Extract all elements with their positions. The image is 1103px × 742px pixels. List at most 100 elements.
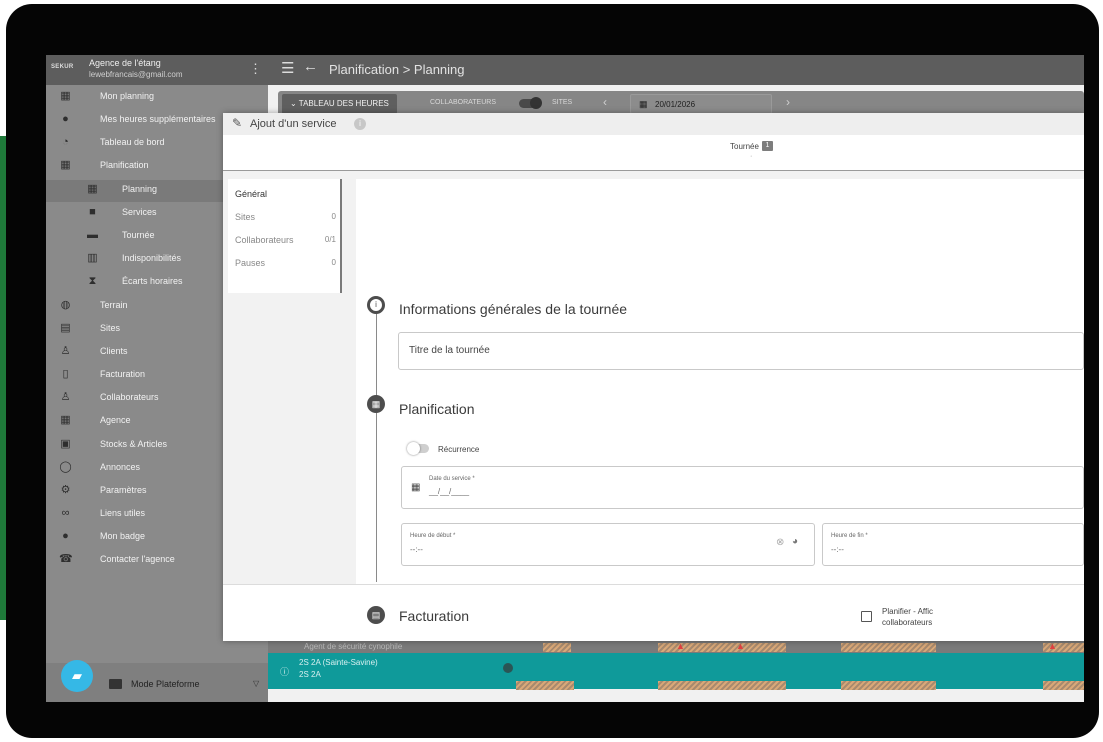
badge-icon: ●: [62, 530, 69, 542]
clock-icon[interactable]: ◕: [792, 536, 798, 547]
calendar-icon: ▦: [60, 90, 71, 102]
modal-title: Ajout d'un service: [250, 118, 337, 130]
tournee-title-input[interactable]: Titre de la tournée: [398, 332, 1084, 370]
user-icon: ♙: [60, 391, 71, 403]
edit-icon: ✎: [232, 116, 243, 130]
tab-tableau-des-heures[interactable]: ⌄ TABLEAU DES HEURES: [282, 94, 397, 114]
date-value: __/__/____: [429, 487, 470, 496]
shift-block[interactable]: [658, 681, 786, 690]
device-frame: SEKUR Agence de l'étang lewebfrancais@gm…: [6, 4, 1099, 738]
calendar-icon: ▦: [639, 99, 648, 109]
service-date-field[interactable]: ▦ Date du service * __/__/____: [401, 466, 1084, 509]
warning-icon: ▲: [736, 641, 745, 651]
link-icon: ∞: [61, 507, 70, 519]
top-app-bar: SEKUR Agence de l'étang lewebfrancais@gm…: [46, 55, 1084, 85]
end-time-field[interactable]: Heure de fin * --:--: [822, 523, 1084, 566]
shift-block[interactable]: [1043, 681, 1084, 690]
user-clock-icon: ●: [62, 113, 69, 125]
plan-checkbox[interactable]: [861, 611, 872, 622]
section-title-general: Informations générales de la tournée: [399, 301, 628, 317]
recurrence-toggle[interactable]: [407, 442, 429, 455]
end-time-label: Heure de fin *: [831, 533, 868, 539]
side-tab-collaborateurs[interactable]: Collaborateurs 0/1: [228, 229, 340, 251]
modal-header: ✎ Ajout d'un service i: [223, 113, 1084, 135]
briefcase-icon: ■: [89, 206, 96, 218]
shift-block[interactable]: [516, 681, 574, 690]
chevron-left-icon[interactable]: ‹: [603, 95, 607, 109]
tournee-title-placeholder: Titre de la tournée: [409, 345, 490, 356]
section-title-planification: Planification: [399, 401, 475, 417]
row-label: Agent de sécurité cynophile: [304, 642, 403, 651]
warning-icon: ▲: [676, 641, 685, 651]
calendar-off-icon: ▥: [87, 252, 98, 264]
date-picker[interactable]: ▦ 20/01/2026: [630, 94, 772, 114]
start-time-label: Heure de début *: [410, 533, 456, 539]
timeline-line: [376, 307, 377, 582]
dashboard-icon: ◔: [62, 136, 69, 148]
date-label: Date du service *: [429, 476, 475, 482]
client-icon: ♙: [60, 345, 71, 357]
chat-icon[interactable]: ▰: [61, 660, 93, 692]
sites-label: SITES: [552, 99, 573, 106]
more-vertical-icon[interactable]: ⋮: [249, 61, 262, 77]
invoice-icon: ▯: [62, 368, 69, 380]
end-time-value: --:--: [831, 545, 844, 554]
palette-icon[interactable]: [503, 663, 513, 673]
info-icon[interactable]: i: [354, 118, 366, 130]
app-logo: SEKUR: [51, 64, 74, 70]
side-tab-sites[interactable]: Sites 0: [228, 206, 340, 228]
shift-block[interactable]: [841, 681, 936, 690]
recurrence-label: Récurrence: [438, 445, 480, 454]
tab-indicator: ·: [750, 153, 753, 160]
site-code: 2S 2A: [299, 670, 321, 679]
settings-icon: ⚙: [60, 484, 71, 496]
side-tab-pauses[interactable]: Pauses 0: [228, 252, 340, 274]
add-service-modal: ✎ Ajout d'un service i Tournée 1 · Génér…: [223, 113, 1084, 641]
invoice-icon: ▤: [367, 606, 385, 624]
chevron-down-icon: ⌄: [290, 99, 299, 108]
plan-checkbox-label: Planifier - Affic: [882, 607, 933, 616]
footer-divider: [223, 584, 1084, 585]
globe-icon: ◍: [60, 299, 71, 311]
app-screen: SEKUR Agence de l'étang lewebfrancais@gm…: [46, 55, 1084, 702]
calendar-icon: ▦: [411, 482, 421, 493]
section-title-facturation: Facturation: [399, 608, 470, 624]
info-icon: i: [367, 296, 385, 314]
car-icon: ▬: [87, 229, 98, 241]
info-icon: ⓘ: [280, 667, 290, 677]
clear-icon[interactable]: ⊗: [776, 537, 784, 548]
tab-count-badge: 1: [762, 141, 773, 151]
site-name: 2S 2A (Sainte-Savine): [299, 658, 378, 667]
collaborateurs-label: COLLABORATEURS: [430, 99, 496, 106]
warning-icon: ▲: [1048, 641, 1057, 651]
back-arrow-icon[interactable]: ←: [303, 58, 318, 75]
breadcrumb[interactable]: Planification > Planning: [329, 62, 465, 77]
tab-label: TABLEAU DES HEURES: [298, 99, 389, 108]
hourglass-icon: ⧗: [88, 275, 97, 287]
calendar-icon: ▦: [367, 395, 385, 413]
sidebar-item-mon-planning[interactable]: ▦ Mon planning: [46, 87, 268, 109]
start-time-value: --:--: [410, 545, 423, 554]
chevron-down-icon[interactable]: ▽: [253, 679, 259, 688]
mode-plateforme-label[interactable]: Mode Plateforme: [131, 679, 200, 689]
calendar-grid-icon: ▦: [60, 159, 71, 171]
agency-name: Agence de l'étang: [89, 58, 161, 68]
agency-icon: ▦: [60, 414, 71, 426]
view-toggle[interactable]: [519, 97, 542, 109]
shift-block[interactable]: [841, 643, 936, 652]
side-tab-general[interactable]: Général: [228, 183, 340, 205]
hamburger-menu-icon[interactable]: ☰: [281, 59, 294, 77]
building-icon: ▤: [60, 322, 71, 334]
start-time-field[interactable]: Heure de début * --:-- ⊗ ◕: [401, 523, 815, 566]
calendar-icon: ▦: [87, 183, 98, 195]
boxes-icon: ▣: [60, 438, 71, 450]
chat-icon: ◯: [59, 461, 72, 473]
phone-icon: ☎: [59, 553, 73, 565]
plan-checkbox-label-2: collaborateurs: [882, 618, 933, 627]
shift-block[interactable]: [543, 643, 571, 652]
date-value: 20/01/2026: [655, 100, 696, 109]
side-tabs: Général Sites 0 Collaborateurs 0/1 Pauses 0: [228, 179, 342, 293]
chevron-right-icon[interactable]: ›: [786, 95, 790, 109]
agency-email: lewebfrancais@gmail.com: [89, 70, 183, 79]
tab-tournee[interactable]: Tournée: [730, 142, 759, 151]
